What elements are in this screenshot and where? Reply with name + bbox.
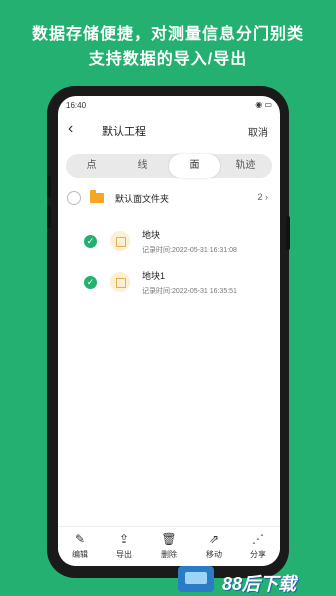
share-label: 分享 <box>250 550 266 559</box>
item-name: 地块 <box>142 230 161 240</box>
list-item[interactable]: ✓ 地块1 记录时间:2022-05-31 16:35:51 <box>58 268 280 308</box>
edit-icon: ✎ <box>74 532 86 546</box>
tab-point[interactable]: 点 <box>66 154 117 178</box>
watermark-text: 88后下载 <box>222 574 297 594</box>
chevron-right-icon: › <box>265 192 268 202</box>
status-bar: 16:40 ◉ ▭ <box>58 96 280 114</box>
status-icons: ◉ ▭ <box>255 100 272 109</box>
delete-button[interactable]: 🗑 删除 <box>147 531 191 560</box>
headline-line-2: 支持数据的导入/导出 <box>88 51 248 68</box>
folder-count: 2 › <box>257 192 268 202</box>
export-icon: ⇪ <box>118 532 130 546</box>
tab-line[interactable]: 线 <box>117 154 168 178</box>
segment-tabs: 点 线 面 轨迹 <box>66 154 272 178</box>
folder-name: 默认面文件夹 <box>115 194 170 204</box>
delete-icon: 🗑 <box>161 532 177 546</box>
folder-row[interactable]: 默认面文件夹 2 › <box>58 184 280 210</box>
move-label: 移动 <box>206 550 222 559</box>
back-arrow-icon[interactable]: ‹ <box>68 120 73 138</box>
folder-icon <box>90 190 104 203</box>
tab-track[interactable]: 轨迹 <box>220 154 271 178</box>
export-button[interactable]: ⇪ 导出 <box>102 531 146 560</box>
item-time: 记录时间:2022-05-31 16:35:51 <box>142 288 237 295</box>
edit-label: 编辑 <box>72 550 88 559</box>
share-button[interactable]: ⋰ 分享 <box>236 531 280 560</box>
tab-area[interactable]: 面 <box>169 154 220 178</box>
delete-label: 删除 <box>161 550 177 559</box>
title-bar: ‹ 默认工程 取消 <box>58 118 280 142</box>
parcel-thumbnail-icon <box>110 272 130 292</box>
status-time: 16:40 <box>66 101 87 110</box>
headline-line-1: 数据存储便捷，对测量信息分门别类 <box>31 26 304 43</box>
bottom-toolbar: ✎ 编辑 ⇪ 导出 🗑 删除 ⇗ 移动 ⋰ 分享 <box>58 526 280 566</box>
folder-select-radio[interactable] <box>67 191 81 205</box>
share-icon: ⋰ <box>252 532 264 546</box>
export-label: 导出 <box>116 550 132 559</box>
parcel-thumbnail-icon <box>110 231 130 251</box>
edit-button[interactable]: ✎ 编辑 <box>58 531 102 560</box>
folder-count-number: 2 <box>257 192 263 202</box>
phone-screen: 16:40 ◉ ▭ ‹ 默认工程 取消 点 线 面 轨迹 默认面文件夹 2 › … <box>58 96 280 566</box>
checked-icon[interactable]: ✓ <box>84 235 97 248</box>
phone-side-button <box>47 176 51 198</box>
phone-power-button <box>286 216 290 250</box>
phone-side-button <box>47 206 51 228</box>
page-title: 默认工程 <box>102 126 146 138</box>
move-button[interactable]: ⇗ 移动 <box>192 531 236 560</box>
watermark-icon <box>178 566 214 592</box>
item-name: 地块1 <box>142 271 166 281</box>
checked-icon[interactable]: ✓ <box>84 276 97 289</box>
cancel-button[interactable]: 取消 <box>248 124 268 139</box>
item-time: 记录时间:2022-05-31 16:31:08 <box>142 247 237 254</box>
watermark-logo: 88后下载 <box>178 566 336 596</box>
list-item[interactable]: ✓ 地块 记录时间:2022-05-31 16:31:08 <box>58 227 280 267</box>
move-icon: ⇗ <box>208 532 220 546</box>
